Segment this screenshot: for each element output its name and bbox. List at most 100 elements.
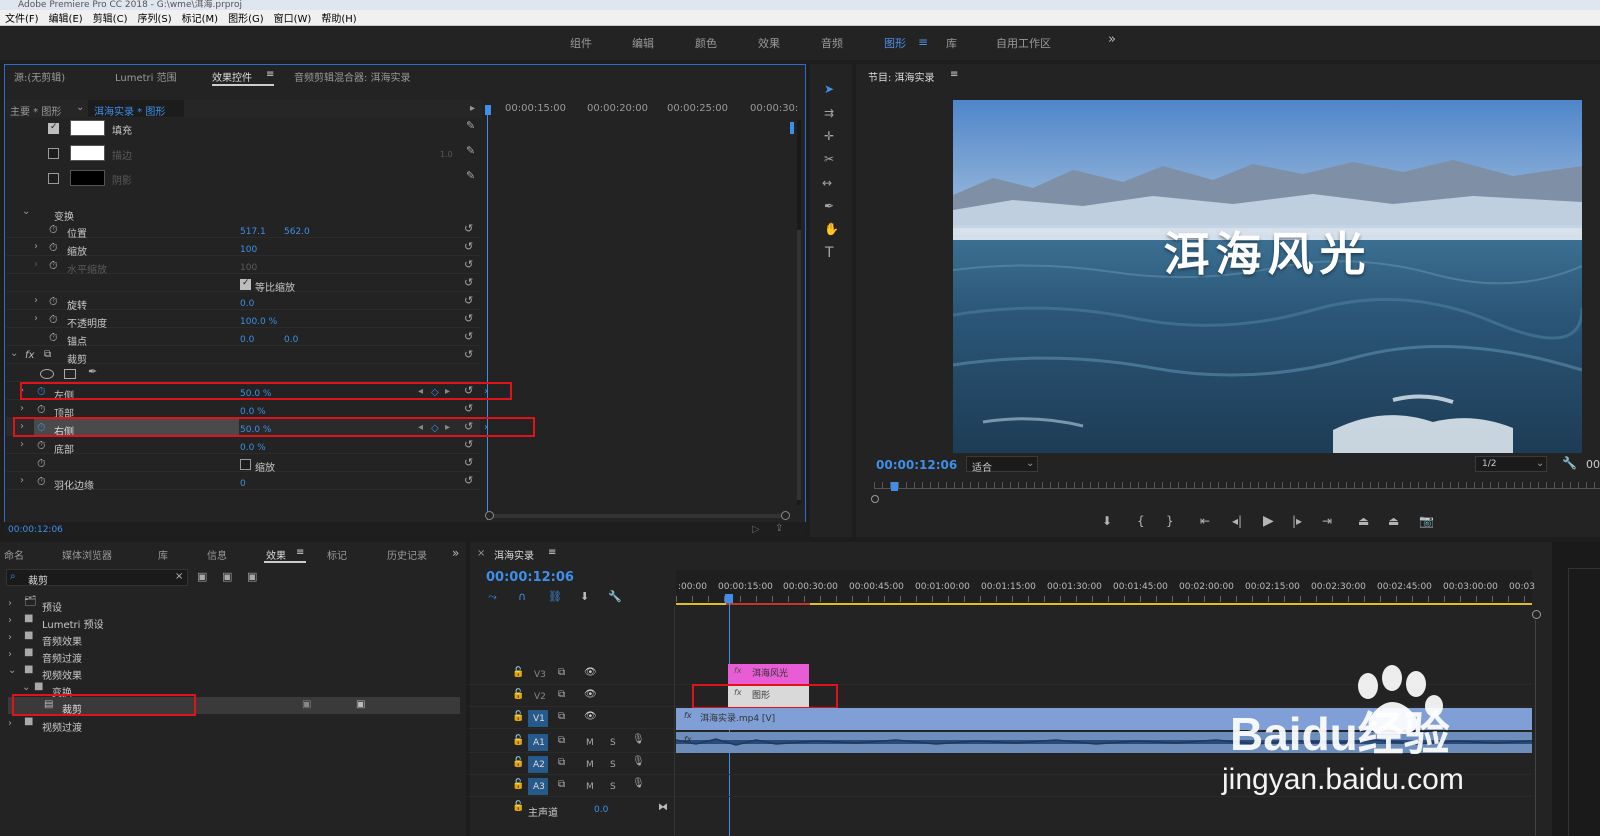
menu-window[interactable]: 窗口(W) <box>269 10 317 25</box>
track-label-v3[interactable]: V3 <box>534 670 546 680</box>
ec-scrollbar-thumb[interactable] <box>797 230 801 500</box>
workspace-menu-icon[interactable]: ≡ <box>918 35 928 49</box>
eyedropper-icon[interactable]: ✎ <box>466 120 475 131</box>
sync-lock-icon[interactable]: ⧉ <box>558 711 565 722</box>
menu-file[interactable]: 文件(F) <box>0 10 44 25</box>
tab-history[interactable]: 历史记录 <box>387 547 427 562</box>
microphone-icon[interactable]: 🎙 <box>632 734 645 745</box>
reset-icon[interactable]: ↺ <box>464 222 473 235</box>
sync-lock-icon[interactable]: ⧉ <box>558 757 565 768</box>
reset-icon[interactable]: ↺ <box>464 294 473 307</box>
lift-icon[interactable]: ⏏ <box>1358 514 1369 528</box>
chevron-right-icon[interactable]: › <box>8 649 12 660</box>
stopwatch-icon[interactable]: ⏱ <box>37 403 46 417</box>
chevron-right-icon[interactable]: › <box>8 718 12 729</box>
tab-effect-controls[interactable]: 效果控件 <box>212 69 252 84</box>
tab-audio-clip-mixer[interactable]: 音频剪辑混合器: 洱海实录 <box>294 69 411 84</box>
microphone-icon[interactable]: 🎙 <box>632 756 645 767</box>
tab-menu-icon[interactable]: ≡ <box>548 547 556 558</box>
solo-button[interactable]: S <box>610 738 616 748</box>
ec-zoom-handle-right[interactable] <box>781 511 790 520</box>
eyedropper-icon[interactable]: ✎ <box>466 145 475 156</box>
reset-icon[interactable]: ↺ <box>464 474 473 487</box>
lock-icon[interactable]: 🔓 <box>512 735 524 746</box>
crop-top-value[interactable]: 0.0 % <box>240 407 266 417</box>
ec-playhead-handle[interactable] <box>485 105 491 115</box>
stopwatch-icon[interactable]: ⏱ <box>49 295 58 309</box>
lock-icon[interactable]: 🔓 <box>512 779 524 790</box>
master-track-value[interactable]: 0.0 <box>594 805 608 815</box>
timeline-title[interactable]: 洱海实录 <box>494 547 534 562</box>
sync-lock-icon[interactable]: ⧉ <box>558 735 565 746</box>
ellipse-mask-icon[interactable] <box>40 369 54 379</box>
tab-markers[interactable]: 标记 <box>327 547 347 562</box>
tab-menu-icon[interactable]: ≡ <box>266 69 274 80</box>
sequence-clip-label[interactable]: 洱海实录 * 图形 <box>94 103 165 118</box>
tree-item-video-effects[interactable]: 视频效果 <box>42 667 82 682</box>
export-frame-camera-icon[interactable]: 📷 <box>1419 514 1434 528</box>
sync-lock-icon[interactable]: ⧉ <box>558 667 565 678</box>
chevron-right-icon[interactable]: › <box>8 615 12 626</box>
ec-zoom-handle-left[interactable] <box>485 511 494 520</box>
chevron-down-icon[interactable]: ⌄ <box>22 206 30 217</box>
reset-icon[interactable]: ↺ <box>464 456 473 469</box>
rotation-value[interactable]: 0.0 <box>240 299 254 309</box>
stopwatch-icon[interactable]: ⏱ <box>49 331 58 345</box>
timeline-settings-wrench-icon[interactable]: 🔧 <box>608 590 622 603</box>
workspace-editing[interactable]: 编辑 <box>632 35 654 51</box>
panel-overflow-icon[interactable]: » <box>452 546 459 560</box>
stroke-checkbox[interactable] <box>48 148 59 159</box>
lock-icon[interactable]: 🔓 <box>512 801 524 812</box>
lock-icon[interactable]: 🔓 <box>512 711 524 722</box>
play-only-icon[interactable]: ▸ <box>470 103 475 114</box>
menu-edit[interactable]: 编辑(E) <box>44 10 88 25</box>
ec-zoom-scrollbar[interactable] <box>488 514 788 518</box>
anchor-x-value[interactable]: 0.0 <box>240 335 254 345</box>
chevron-right-icon[interactable]: › <box>34 313 38 324</box>
workspace-overflow-icon[interactable]: » <box>1108 32 1116 47</box>
tab-project[interactable]: 命名 <box>4 547 24 562</box>
slip-tool-icon[interactable]: ↔ <box>822 176 832 190</box>
crop-zoom-checkbox[interactable] <box>240 459 251 470</box>
workspace-effects[interactable]: 效果 <box>758 35 780 51</box>
go-to-end-icon[interactable]: ⧓ <box>658 802 668 813</box>
reset-icon[interactable]: ↺ <box>464 240 473 253</box>
eye-icon[interactable]: 👁 <box>584 667 597 678</box>
tree-item-presets[interactable]: 预设 <box>42 599 62 614</box>
rectangle-mask-icon[interactable] <box>64 369 76 379</box>
clip-v3-title[interactable]: fx 洱海风光 <box>728 664 809 685</box>
tab-lumetri-scopes[interactable]: Lumetri 范围 <box>115 69 177 84</box>
filter-icon[interactable]: ▷ <box>752 524 760 535</box>
stopwatch-icon[interactable]: ⏱ <box>37 457 46 471</box>
selection-tool-icon[interactable]: ➤ <box>824 82 834 96</box>
eye-icon[interactable]: 👁 <box>584 711 597 722</box>
mute-button[interactable]: M <box>586 760 594 770</box>
mark-in-icon[interactable]: { <box>1137 514 1145 528</box>
menu-sequence[interactable]: 序列(S) <box>132 10 176 25</box>
clear-search-icon[interactable]: × <box>175 571 183 582</box>
yuv-effects-icon[interactable]: ▣ <box>247 570 257 583</box>
chevron-right-icon[interactable]: › <box>20 475 24 486</box>
hand-tool-icon[interactable]: ✋ <box>824 222 839 236</box>
chevron-right-icon[interactable]: › <box>34 295 38 306</box>
stopwatch-icon[interactable]: ⏱ <box>49 223 58 237</box>
workspace-libraries[interactable]: 库 <box>946 35 957 51</box>
lock-icon[interactable]: 🔓 <box>512 689 524 700</box>
title-overlay-text[interactable]: 洱海风光 <box>953 218 1582 284</box>
scale-value[interactable]: 100 <box>240 245 257 255</box>
shadow-color-swatch[interactable] <box>70 170 105 186</box>
microphone-icon[interactable]: 🎙 <box>632 778 645 789</box>
add-marker-icon[interactable]: ⬇ <box>1102 514 1112 528</box>
pen-tool-icon[interactable]: ✒ <box>824 199 834 213</box>
reset-icon[interactable]: ↺ <box>464 330 473 343</box>
tab-source[interactable]: 源:(无剪辑) <box>14 69 65 84</box>
menu-marker[interactable]: 标记(M) <box>177 10 223 25</box>
fill-color-swatch[interactable] <box>70 120 105 136</box>
export-frame-icon[interactable]: ⇪ <box>775 523 783 534</box>
reset-icon[interactable]: ↺ <box>464 312 473 325</box>
menu-help[interactable]: 帮助(H) <box>316 10 361 25</box>
anchor-y-value[interactable]: 0.0 <box>284 335 298 345</box>
sync-lock-icon[interactable]: ⧉ <box>558 779 565 790</box>
position-y-value[interactable]: 562.0 <box>284 227 310 237</box>
snap-magnet-icon[interactable]: ∩ <box>518 590 526 603</box>
